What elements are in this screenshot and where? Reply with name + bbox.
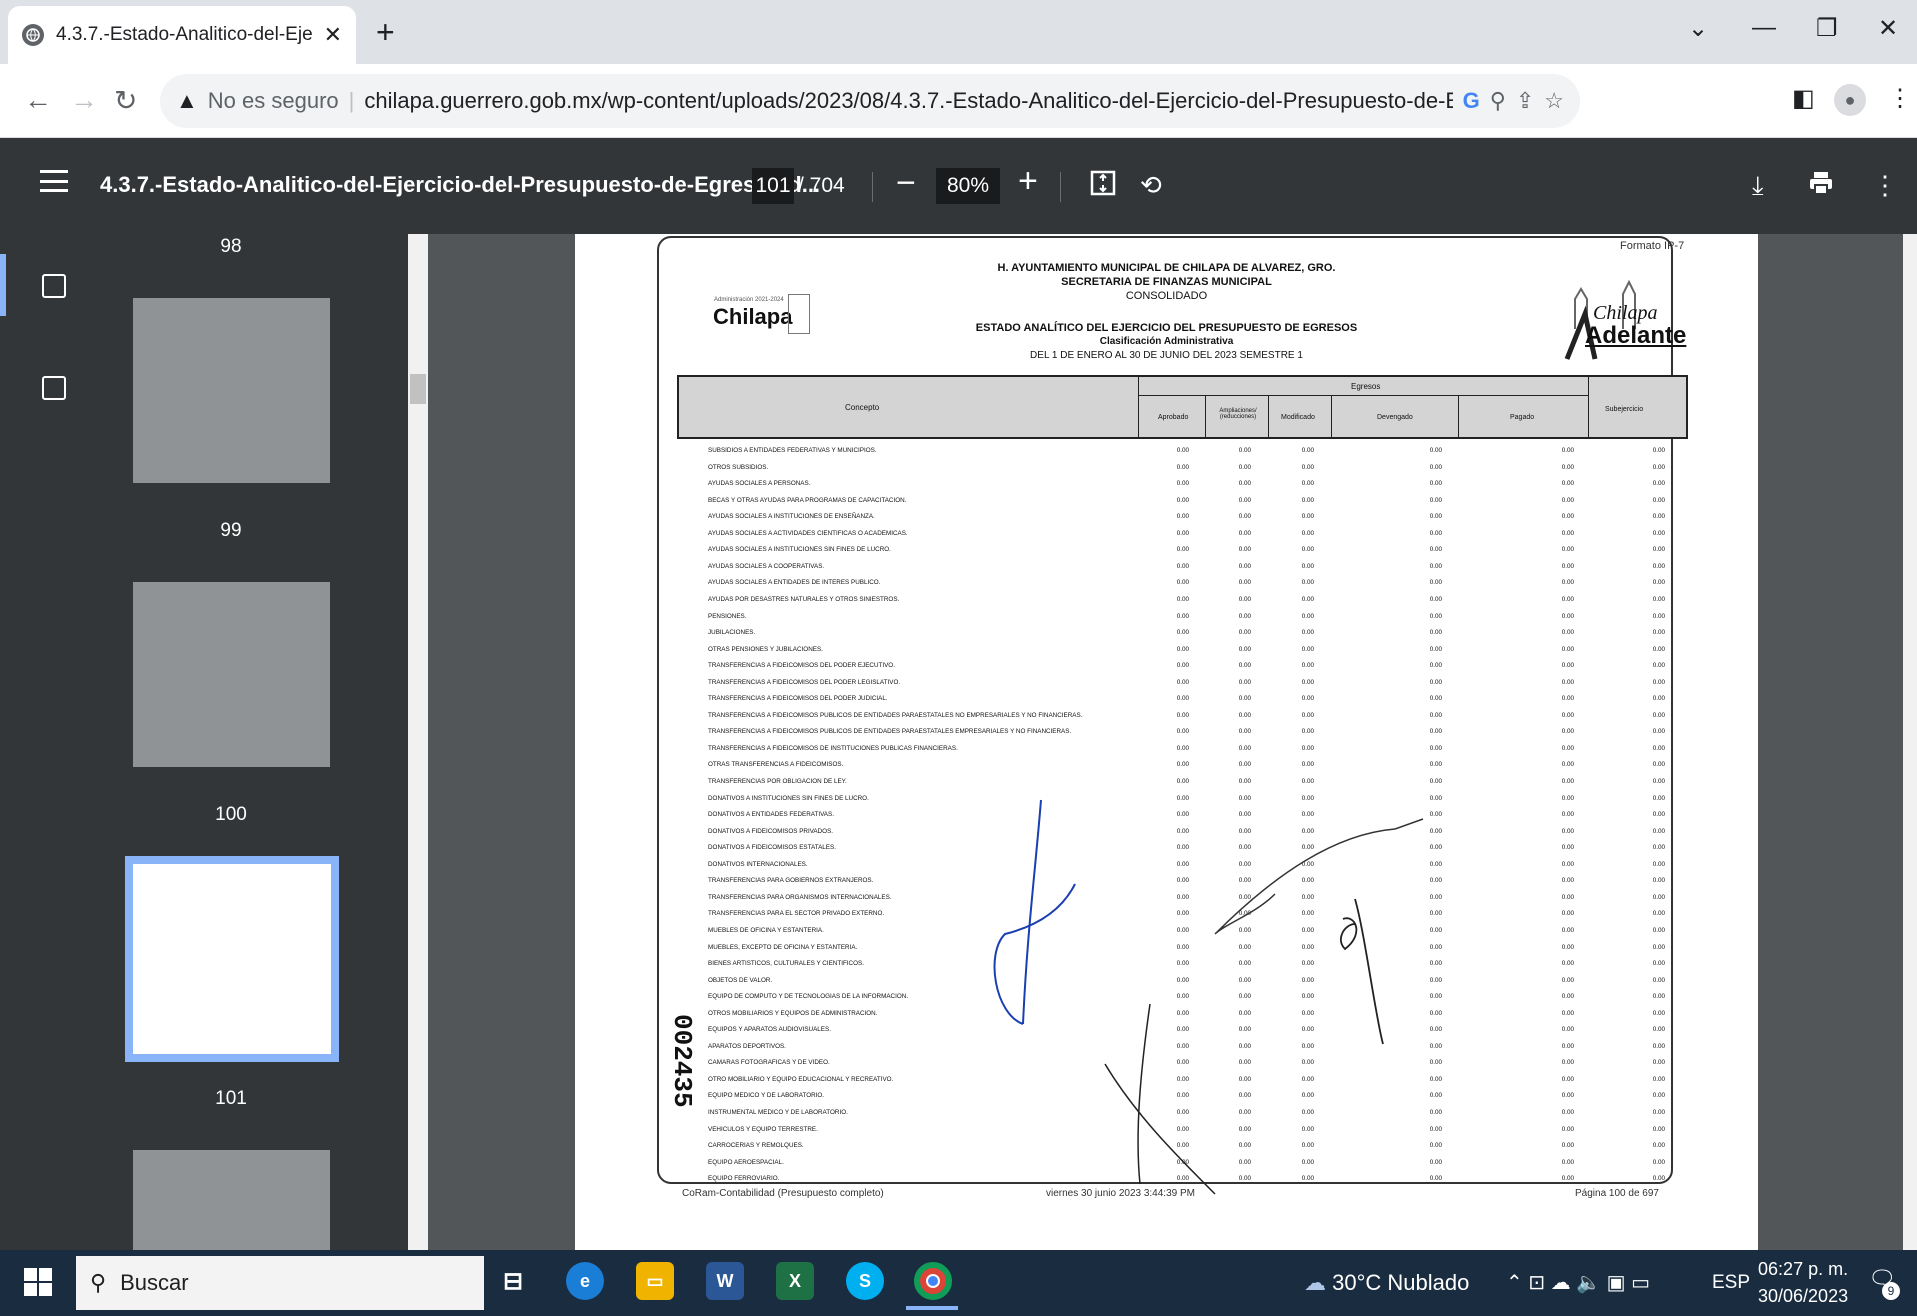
thumbnail-label: 101 [215,1088,247,1109]
zoom-icon[interactable]: ⚲ [1490,88,1506,114]
page-thumbnail[interactable] [133,1150,330,1250]
footer-center: viernes 30 junio 2023 3:44:39 PM [1046,1188,1195,1199]
separator: | [348,88,355,113]
windows-start-icon[interactable] [24,1268,52,1301]
divider [872,172,873,202]
clock-date: 30/06/2023 [1758,1286,1849,1306]
thumbnail-scrollbar[interactable] [408,234,428,1250]
search-placeholder: Buscar [120,1270,189,1295]
footer-right: Página 100 de 697 [1575,1188,1659,1199]
back-icon[interactable]: ← [24,84,52,116]
word-icon[interactable]: W [706,1262,744,1300]
close-tab-icon[interactable]: ✕ [324,22,342,48]
excel-icon[interactable]: X [776,1262,814,1300]
zoom-input[interactable]: 80% [936,168,1000,204]
thumbnails-view-icon[interactable] [42,274,66,298]
viewer-scrollbar[interactable] [1903,234,1917,1250]
screen: { "browser": { "tab_title": "4.3.7.-Esta… [0,0,1917,1316]
clock[interactable]: 06:27 p. m. 30/06/2023 [1758,1256,1848,1310]
cloud-icon: ☁ [1304,1270,1326,1295]
menu-dots-icon[interactable]: ⋮ [1888,84,1912,113]
thumbnail-label: 99 [220,520,242,541]
minimize-button[interactable]: — [1752,14,1776,42]
chrome-icon[interactable] [914,1262,952,1300]
system-tray-icons[interactable]: ⌃ ⊡ ☁ 🔈 ▣ ▭ [1506,1270,1650,1295]
profile-avatar-icon[interactable]: ● [1834,84,1866,116]
page-thumbnail[interactable] [133,582,330,767]
handwritten-signatures [993,799,1424,1195]
language-indicator[interactable]: ESP [1712,1272,1750,1294]
globe-icon [22,24,44,46]
thumbnail-label: 98 [220,236,242,257]
thumbnail-label: 100 [215,804,247,825]
restore-button[interactable]: ❐ [1816,14,1838,43]
reload-icon[interactable]: ↻ [114,84,137,117]
weather-text: 30°C Nublado [1332,1270,1470,1295]
search-icon: ⚲ [90,1270,107,1295]
browser-tab[interactable]: 4.3.7.-Estado-Analitico-del-Ejerci ✕ [8,6,356,64]
share-icon[interactable]: ⇪ [1516,88,1534,114]
tab-title: 4.3.7.-Estado-Analitico-del-Ejerci [56,24,312,45]
menu-icon[interactable] [40,170,68,192]
file-explorer-icon[interactable]: ▭ [636,1262,674,1300]
notification-count: 9 [1882,1282,1900,1300]
page-total: / 704 [798,174,845,197]
address-bar[interactable]: ▲ No es seguro | chilapa.guerrero.gob.mx… [160,74,1580,128]
pdf-page: Formato IP-7 H. AYUNTAMIENTO MUNICIPAL D… [575,234,1758,1250]
zoom-out-button[interactable]: − [896,164,916,203]
clock-time: 06:27 p. m. [1758,1259,1849,1279]
rail-selected-indicator [0,254,6,316]
fit-page-icon[interactable] [1090,170,1116,203]
forward-icon[interactable]: → [70,84,98,116]
url-text: chilapa.guerrero.gob.mx/wp-content/uploa… [364,88,1453,113]
not-secure-label: No es seguro [207,88,339,113]
side-panel-icon[interactable]: ◧ [1792,84,1815,113]
zoom-in-button[interactable]: + [1018,162,1038,201]
more-actions-icon[interactable]: ⋮ [1872,170,1898,201]
active-app-indicator [906,1306,958,1310]
rotate-icon[interactable]: ⟲ [1140,170,1162,201]
outline-view-icon[interactable] [42,376,66,400]
tab-search-icon[interactable]: ⌄ [1688,14,1708,43]
page-thumbnail-selected[interactable] [125,856,339,1062]
close-window-button[interactable]: ✕ [1878,14,1898,43]
edge-icon[interactable]: e [566,1262,604,1300]
taskbar-search[interactable]: ⚲ Buscar [76,1256,484,1310]
page-thumbnail[interactable] [133,298,330,483]
footer-left: CoRam-Contabilidad (Presupuesto completo… [682,1188,884,1199]
divider [1060,172,1061,202]
pdf-title: 4.3.7.-Estado-Analitico-del-Ejercicio-de… [100,172,821,197]
download-icon[interactable]: ⤓ [1752,170,1764,202]
task-view-icon[interactable]: ⊟ [494,1262,532,1300]
print-icon[interactable] [1808,170,1834,203]
page-number-input[interactable]: 101 [752,168,794,204]
new-tab-button[interactable]: + [376,16,395,48]
bookmark-star-icon[interactable]: ☆ [1544,88,1564,114]
warning-icon: ▲ [176,88,198,113]
skype-icon[interactable]: S [846,1262,884,1300]
weather-widget[interactable]: ☁ 30°C Nublado [1304,1270,1469,1296]
google-icon[interactable]: G [1463,88,1480,114]
